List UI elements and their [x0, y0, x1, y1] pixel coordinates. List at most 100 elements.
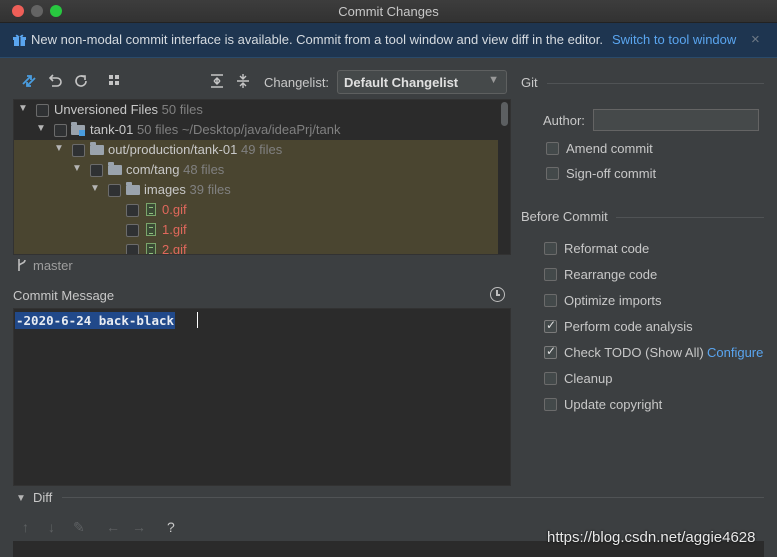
changelist-dropdown[interactable]: Default Changelist ▼	[337, 70, 507, 94]
file-count: 39 files	[189, 182, 231, 197]
expand-arrow-icon[interactable]: ▼	[72, 163, 82, 174]
current-branch: master	[33, 258, 73, 273]
expand-all-icon[interactable]	[208, 72, 226, 90]
commit-message-input[interactable]: -2020-6-24 back-black	[13, 308, 511, 486]
watermark: https://blog.csdn.net/aggie4628	[547, 529, 756, 546]
folder-icon	[108, 162, 122, 175]
group-by-icon[interactable]	[106, 72, 124, 90]
option-label: Optimize imports	[564, 293, 662, 308]
file-count: 48 files	[183, 162, 225, 177]
checkbox-box[interactable]	[544, 372, 557, 385]
refresh-icon[interactable]	[72, 72, 90, 90]
chevron-down-icon: ▼	[488, 74, 499, 86]
tree-row[interactable]: 2.gif	[14, 240, 498, 255]
tree-row[interactable]: ▼ tank-01 50 files ~/Desktop/java/ideaPr…	[14, 120, 498, 140]
collapse-arrow-icon[interactable]: ▼	[16, 493, 26, 504]
option-label: Update copyright	[564, 397, 663, 412]
tree-row[interactable]: 1.gif	[14, 220, 498, 240]
window-title: Commit Changes	[338, 4, 439, 19]
tree-label: images	[144, 182, 186, 197]
commit-message-label: Commit Message	[13, 288, 115, 303]
tree-row[interactable]: ▼ Unversioned Files 50 files	[14, 100, 498, 120]
before-commit-heading: Before Commit	[521, 209, 608, 224]
close-icon[interactable]: ×	[751, 31, 760, 48]
expand-arrow-icon[interactable]: ▼	[90, 183, 100, 194]
tree-checkbox[interactable]	[36, 104, 49, 117]
tree-label: Unversioned Files	[54, 102, 159, 117]
tree-checkbox[interactable]	[108, 184, 121, 197]
divider	[62, 497, 764, 498]
arrow-up-icon[interactable]: ↑	[22, 519, 29, 535]
arrow-right-icon[interactable]: →	[132, 519, 146, 535]
checkbox-box[interactable]	[546, 142, 559, 155]
option-label: Reformat code	[564, 241, 650, 256]
changelist-value: Default Changelist	[344, 75, 459, 90]
option-label: Sign-off commit	[566, 166, 657, 181]
expand-arrow-icon[interactable]: ▼	[36, 123, 46, 134]
image-file-icon	[146, 223, 156, 236]
checkbox-box[interactable]	[544, 242, 557, 255]
checkbox-box[interactable]	[544, 268, 557, 281]
image-file-icon	[146, 203, 156, 216]
arrow-left-icon[interactable]: ←	[106, 519, 120, 535]
tree-checkbox[interactable]	[90, 164, 103, 177]
tree-row[interactable]: ▼ com/tang 48 files	[14, 160, 498, 180]
arrow-down-icon[interactable]: ↓	[48, 519, 55, 535]
file-count: 50 files	[137, 122, 179, 137]
file-name: 1.gif	[162, 222, 187, 237]
rollback-icon[interactable]	[46, 72, 64, 90]
folder-icon	[126, 182, 140, 195]
diff-label: Diff	[33, 490, 53, 505]
module-path: ~/Desktop/java/ideaPrj/tank	[181, 122, 341, 137]
tree-checkbox[interactable]	[72, 144, 85, 157]
branch-icon	[18, 259, 26, 271]
file-count: 49 files	[241, 142, 283, 157]
git-section-heading: Git	[521, 75, 538, 90]
commit-message-text: -2020-6-24 back-black	[15, 312, 176, 329]
configure-link[interactable]: Configure	[707, 345, 763, 360]
file-name: 0.gif	[162, 202, 187, 217]
option-label: Rearrange code	[564, 267, 658, 282]
show-diff-icon[interactable]	[20, 72, 38, 90]
changelist-label: Changelist:	[264, 75, 330, 90]
tree-checkbox[interactable]	[126, 204, 139, 217]
option-label: Amend commit	[566, 141, 653, 156]
option-label: Cleanup	[564, 371, 613, 386]
help-icon[interactable]: ?	[167, 519, 175, 535]
author-field[interactable]	[593, 109, 759, 131]
tree-scrollbar[interactable]	[501, 102, 508, 126]
checkbox-box[interactable]	[544, 398, 557, 411]
module-folder-icon	[71, 122, 85, 136]
tree-row[interactable]: ▼ images 39 files	[14, 180, 498, 200]
expand-arrow-icon[interactable]: ▼	[54, 143, 64, 154]
author-label: Author:	[543, 113, 585, 128]
file-name: 2.gif	[162, 242, 187, 255]
tree-checkbox[interactable]	[126, 244, 139, 254]
history-icon[interactable]	[490, 287, 505, 302]
collapse-all-icon[interactable]	[234, 72, 252, 90]
image-file-icon	[146, 243, 156, 254]
tree-label: com/tang	[126, 162, 180, 177]
tree-checkbox[interactable]	[126, 224, 139, 237]
banner-text: New non-modal commit interface is availa…	[31, 32, 604, 47]
tree-label: tank-01	[90, 122, 134, 137]
option-label: Perform code analysis	[564, 319, 693, 334]
tree-row[interactable]: 0.gif	[14, 200, 498, 220]
checkbox-box[interactable]	[544, 318, 557, 333]
checkbox-box[interactable]	[544, 344, 557, 359]
edit-icon[interactable]: ✎	[73, 519, 85, 536]
tree-label: out/production/tank-01	[108, 142, 238, 157]
tree-row[interactable]: ▼ out/production/tank-01 49 files	[14, 140, 498, 160]
checkbox-box[interactable]	[546, 167, 559, 180]
checkbox-box[interactable]	[544, 294, 557, 307]
text-caret	[197, 312, 198, 328]
changes-tree[interactable]: ▼ Unversioned Files 50 files ▼ tank-01 5…	[13, 99, 511, 255]
switch-to-tool-window-link[interactable]: Switch to tool window	[612, 32, 736, 47]
notification-banner: New non-modal commit interface is availa…	[0, 23, 777, 58]
tree-checkbox[interactable]	[54, 124, 67, 137]
gift-icon	[13, 34, 26, 46]
file-count: 50 files	[161, 102, 203, 117]
divider	[616, 217, 764, 218]
expand-arrow-icon[interactable]: ▼	[18, 103, 28, 114]
title-bar: Commit Changes	[0, 0, 777, 23]
